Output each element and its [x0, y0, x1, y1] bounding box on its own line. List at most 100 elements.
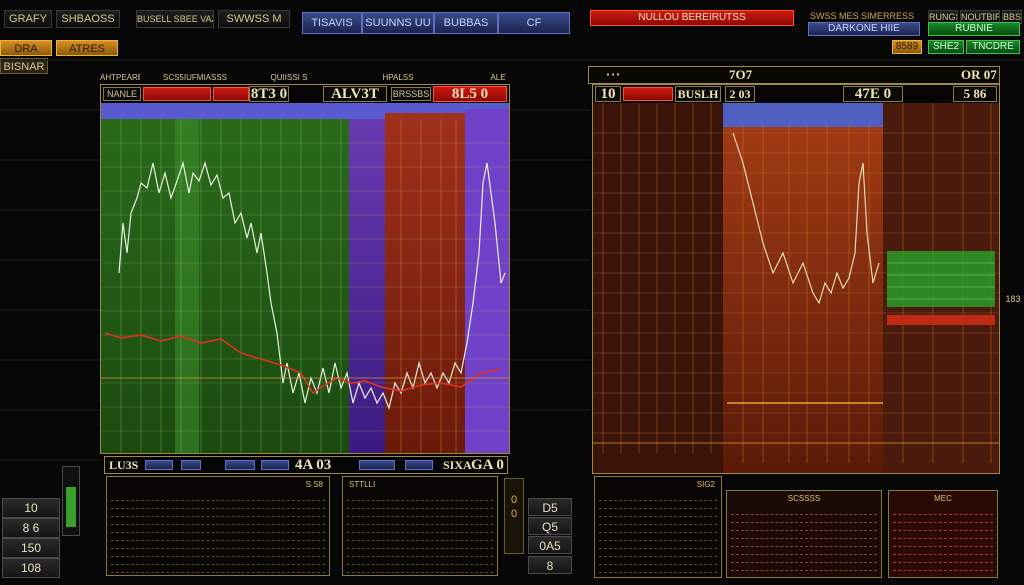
table-row[interactable]: [893, 539, 993, 547]
table-row[interactable]: [347, 525, 493, 533]
left-table-2: STTLLI: [342, 476, 498, 576]
right-table-1-header: SIG2: [696, 480, 715, 489]
right-table-2-header: SCSSSS: [787, 494, 821, 503]
table-row[interactable]: [731, 507, 877, 515]
left-footer-right: GA 0: [471, 457, 504, 473]
table-row[interactable]: [731, 539, 877, 547]
right-tab-1[interactable]: ▪ ▪ ▪: [593, 67, 633, 83]
table-row[interactable]: [893, 555, 993, 563]
tab-scs5[interactable]: SCS5IUFMIASSS: [160, 72, 230, 84]
table-row[interactable]: [111, 557, 325, 565]
tab-ahtpeare[interactable]: AHTPEARE: [100, 72, 140, 84]
footer-chip-3[interactable]: [225, 460, 255, 470]
table-row[interactable]: [111, 509, 325, 517]
right-table-1: SIG2: [594, 476, 722, 578]
table-row[interactable]: [111, 501, 325, 509]
left-chart-panel: NANLE 8T3 0 ALV3T BRSSBS 8L5 0: [100, 84, 510, 454]
table-row[interactable]: [731, 571, 877, 577]
right-chart-panel: 10 BUSLH 2 03 47E 0 5 86 183: [592, 84, 1021, 474]
right-panel-title-right: OR 07: [961, 67, 997, 82]
mid-side-button-2[interactable]: Q5: [528, 517, 572, 535]
table-row[interactable]: [111, 549, 325, 557]
table-row[interactable]: [599, 549, 717, 557]
table-row[interactable]: [731, 563, 877, 571]
left-table-1: S S8: [106, 476, 330, 576]
table-row[interactable]: [731, 555, 877, 563]
table-row[interactable]: [893, 507, 993, 515]
footer-chip-6[interactable]: [405, 460, 433, 470]
table-row[interactable]: [347, 565, 493, 573]
left-value-3: 8L5 0: [433, 86, 507, 102]
table-row[interactable]: [599, 517, 717, 525]
table-row[interactable]: [347, 501, 493, 509]
table-row[interactable]: [111, 533, 325, 541]
right-panel-title: 7O7: [729, 67, 753, 82]
table-row[interactable]: [111, 541, 325, 549]
left-side-button-1[interactable]: 10: [2, 498, 60, 518]
right-table-3: MEC: [888, 490, 998, 578]
table-row[interactable]: [893, 515, 993, 523]
left-table-1-header: S S8: [305, 480, 323, 489]
table-row[interactable]: [347, 509, 493, 517]
table-row[interactable]: [347, 493, 493, 501]
table-row[interactable]: [731, 531, 877, 539]
table-row[interactable]: [893, 563, 993, 571]
table-row[interactable]: [599, 565, 717, 573]
left-side-button-3[interactable]: 150: [2, 538, 60, 558]
table-row[interactable]: [893, 547, 993, 555]
right-chart: [593, 103, 999, 473]
footer-chip-5[interactable]: [359, 460, 395, 470]
tab-hpalss[interactable]: HPALSS: [378, 72, 418, 84]
table-row[interactable]: [731, 515, 877, 523]
left-value-1: 8T3 0: [249, 86, 289, 102]
right-table-3-header: MEC: [934, 494, 952, 503]
table-row[interactable]: [111, 565, 325, 573]
mid-side-button-3[interactable]: 0A5: [528, 536, 572, 554]
table-row[interactable]: [731, 523, 877, 531]
left-side-button-2[interactable]: 8 6: [2, 518, 60, 538]
table-row[interactable]: [599, 501, 717, 509]
right-side-label: 183: [1005, 294, 1021, 304]
right-bar-1: [623, 87, 673, 101]
left-side-green-slider[interactable]: [62, 466, 80, 536]
table-row[interactable]: [599, 557, 717, 565]
mid-side-button-4[interactable]: 8: [528, 556, 572, 574]
table-row[interactable]: [347, 557, 493, 565]
table-row[interactable]: [347, 517, 493, 525]
table-row[interactable]: [111, 525, 325, 533]
table-row[interactable]: [893, 523, 993, 531]
table-row[interactable]: [599, 493, 717, 501]
table-row[interactable]: [111, 493, 325, 501]
left-footer-big: 4A 03: [295, 457, 332, 473]
tab-ale[interactable]: ALE: [488, 72, 508, 84]
mid-side-button-1[interactable]: D5: [528, 498, 572, 516]
table-row[interactable]: [731, 547, 877, 555]
left-value-2: ALV3T: [323, 86, 387, 102]
footer-chip-4[interactable]: [261, 460, 289, 470]
left-bar-2: [213, 87, 249, 101]
footer-chip-1[interactable]: [145, 460, 173, 470]
table-row[interactable]: [599, 533, 717, 541]
right-panel-header: ▪ ▪ ▪ 7O7 OR 07: [588, 66, 1000, 84]
table-row[interactable]: [599, 509, 717, 517]
right-value-3: 2 03: [725, 86, 755, 102]
table-row[interactable]: [599, 541, 717, 549]
mid-side-strip[interactable]: 0 0: [504, 478, 524, 554]
table-row[interactable]: [893, 531, 993, 539]
table-row[interactable]: [111, 517, 325, 525]
footer-chip-2[interactable]: [181, 460, 201, 470]
left-side-button-4[interactable]: 108: [2, 558, 60, 578]
right-value-1: 10: [595, 86, 621, 102]
table-row[interactable]: [599, 525, 717, 533]
left-tag-brssbs: BRSSBS: [391, 87, 431, 101]
right-value-5: 5 86: [953, 86, 997, 102]
table-row[interactable]: [347, 533, 493, 541]
tab-quiissi[interactable]: QUIISSI S: [264, 72, 314, 84]
table-row[interactable]: [893, 571, 993, 577]
left-footer-label: LU3S: [109, 458, 139, 472]
table-row[interactable]: [347, 549, 493, 557]
left-footer-mid: SIXA: [443, 458, 472, 472]
table-row[interactable]: [347, 541, 493, 549]
left-footer-bar: LU3S 4A 03 SIXA GA 0: [104, 456, 508, 474]
right-green-block: [887, 251, 995, 307]
